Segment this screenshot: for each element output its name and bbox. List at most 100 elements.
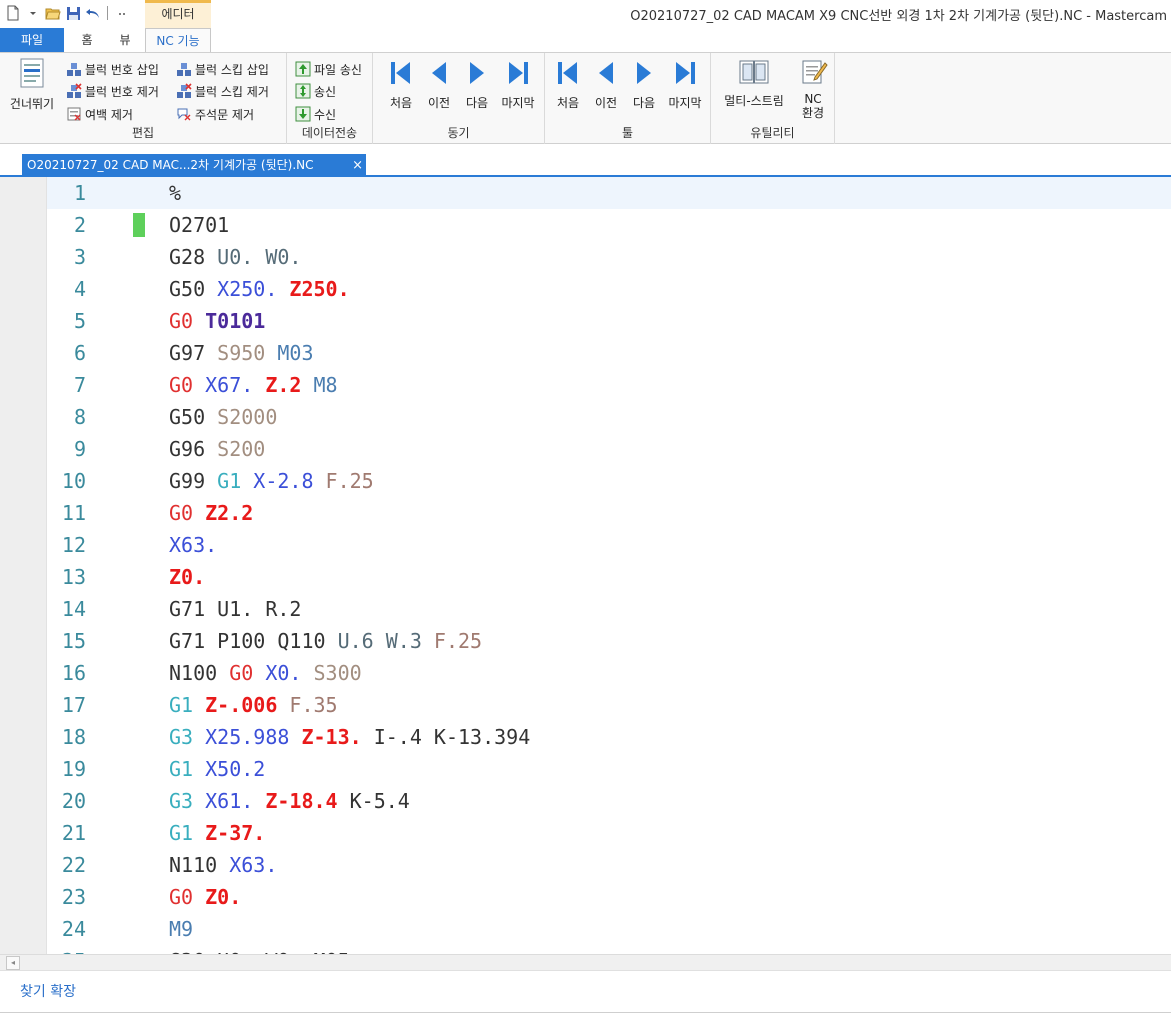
- code-line[interactable]: 20 G3 X61. Z-18.4 K-5.4: [47, 785, 1171, 817]
- code-line[interactable]: 9 G96 S200: [47, 433, 1171, 465]
- remove-comments-label: 주석문 제거: [195, 107, 255, 122]
- tab-nc-functions[interactable]: NC 기능: [145, 28, 211, 53]
- remove-comments-button[interactable]: 주석문 제거: [176, 104, 254, 124]
- code-text: N100 G0 X0. S300: [169, 657, 362, 689]
- code-line[interactable]: 5 G0 T0101: [47, 305, 1171, 337]
- skip-label: 건너뛰기: [9, 97, 55, 111]
- block-skip-remove-icon: [176, 83, 192, 99]
- code-token: U0. W0.: [217, 245, 302, 269]
- code-line[interactable]: 15 G71 P100 Q110 U.6 W.3 F.25: [47, 625, 1171, 657]
- nc-code-editor[interactable]: 1% 2 O2701 3 G28 U0. W0. 4 G50 X250. Z250. 5 G0 …: [0, 177, 1171, 954]
- sync-last-label: 마지막: [501, 96, 535, 110]
- document-tab[interactable]: O20210727_02 CAD MAC...2차 기계가공 (뒷단).NC ×: [22, 154, 366, 177]
- code-text: G71 P100 Q110 U.6 W.3 F.25: [169, 625, 482, 657]
- insert-block-numbers-button[interactable]: 블럭 번호 삽입: [66, 59, 159, 79]
- send-label: 송신: [314, 84, 337, 99]
- remove-spaces-label: 여백 제거: [85, 107, 133, 122]
- sync-next-button[interactable]: 다음: [457, 59, 497, 111]
- code-text: M9: [169, 913, 193, 945]
- code-line[interactable]: 24 M9: [47, 913, 1171, 945]
- code-line[interactable]: 18 G3 X25.988 Z-13. I-.4 K-13.394: [47, 721, 1171, 753]
- next-icon: [631, 59, 657, 90]
- code-line[interactable]: 13 Z0.: [47, 561, 1171, 593]
- horizontal-scrollbar[interactable]: ◂: [0, 954, 1171, 970]
- code-token: S2000: [217, 405, 278, 429]
- insert-block-skip-button[interactable]: 블럭 스킵 삽입: [176, 59, 269, 79]
- tab-file[interactable]: 파일: [0, 28, 64, 52]
- remove-block-numbers-button[interactable]: 블럭 번호 제거: [66, 81, 159, 101]
- nc-environment-button[interactable]: NC 환경: [795, 57, 831, 120]
- code-line[interactable]: 17 G1 Z-.006 F.35: [47, 689, 1171, 721]
- tool-next-button[interactable]: 다음: [624, 59, 664, 111]
- previous-icon: [426, 59, 452, 90]
- tab-view[interactable]: 뷰: [110, 28, 140, 52]
- sync-prev-button[interactable]: 이전: [419, 59, 459, 111]
- code-token: X67.: [205, 373, 266, 397]
- code-line[interactable]: 2 O2701: [47, 209, 1171, 241]
- code-line[interactable]: 12 X63.: [47, 529, 1171, 561]
- remove-spaces-button[interactable]: 여백 제거: [66, 104, 133, 124]
- code-line[interactable]: 19 G1 X50.2: [47, 753, 1171, 785]
- code-line[interactable]: 1%: [47, 177, 1171, 209]
- line-number: 1: [73, 181, 86, 205]
- code-line[interactable]: 22 N110 X63.: [47, 849, 1171, 881]
- code-token: G96: [169, 437, 218, 461]
- utility-group: 멀티-스트림 NC 환경 유틸리티: [711, 53, 835, 144]
- code-text: G50 X250. Z250.: [169, 273, 350, 305]
- more-icon[interactable]: [113, 4, 131, 22]
- receive-button[interactable]: 수신: [295, 104, 336, 124]
- line-number: 23: [61, 885, 86, 909]
- skip-button[interactable]: 건너뛰기: [6, 57, 58, 111]
- tool-next-label: 다음: [632, 96, 656, 110]
- quick-access-toolbar: [4, 4, 131, 22]
- code-line[interactable]: 25 G30 U0. W0. M05: [47, 945, 1171, 954]
- undo-icon[interactable]: [84, 4, 102, 22]
- multi-stream-button[interactable]: 멀티-스트림: [717, 57, 791, 108]
- tab-home[interactable]: 홈: [72, 28, 102, 52]
- scroll-left-icon[interactable]: ◂: [6, 956, 20, 970]
- code-line[interactable]: 8 G50 S2000: [47, 401, 1171, 433]
- last-icon: [672, 59, 698, 90]
- tool-group-label: 툴: [621, 126, 634, 140]
- send-file-button[interactable]: 파일 송신: [295, 59, 362, 79]
- close-icon[interactable]: ×: [352, 154, 363, 177]
- code-line[interactable]: 10 G99 G1 X-2.8 F.25: [47, 465, 1171, 497]
- receive-label: 수신: [314, 107, 337, 122]
- code-line[interactable]: 11 G0 Z2.2: [47, 497, 1171, 529]
- code-line[interactable]: 14 G71 U1. R.2: [47, 593, 1171, 625]
- tool-prev-button[interactable]: 이전: [586, 59, 626, 111]
- edit-group-label: 편집: [131, 126, 155, 140]
- tool-last-button[interactable]: 마지막: [665, 59, 705, 111]
- save-icon[interactable]: [64, 4, 82, 22]
- remove-block-skip-button[interactable]: 블럭 스킵 제거: [176, 81, 269, 101]
- code-line[interactable]: 4 G50 X250. Z250.: [47, 273, 1171, 305]
- code-text: G0 Z0.: [169, 881, 241, 913]
- code-line[interactable]: 21 G1 Z-37.: [47, 817, 1171, 849]
- code-text: X63.: [169, 529, 217, 561]
- insert-block-skip-label: 블럭 스킵 삽입: [195, 62, 269, 77]
- code-token: G50: [169, 277, 218, 301]
- new-file-dropdown-icon[interactable]: [24, 4, 42, 22]
- send-button[interactable]: 송신: [295, 81, 336, 101]
- code-text: G50 S2000: [169, 401, 277, 433]
- code-token: O2701: [169, 213, 230, 237]
- sync-last-button[interactable]: 마지막: [498, 59, 538, 111]
- code-line[interactable]: 6 G97 S950 M03: [47, 337, 1171, 369]
- code-line[interactable]: 7 G0 X67. Z.2 M8: [47, 369, 1171, 401]
- code-text: G0 Z2.2: [169, 497, 253, 529]
- open-folder-icon[interactable]: [44, 4, 62, 22]
- tool-first-button[interactable]: 처음: [548, 59, 588, 111]
- code-line[interactable]: 23 G0 Z0.: [47, 881, 1171, 913]
- send-file-label: 파일 송신: [314, 62, 362, 77]
- code-token: S950: [217, 341, 278, 365]
- sync-first-button[interactable]: 처음: [381, 59, 421, 111]
- editor-gutter: [0, 177, 47, 954]
- find-expand-link[interactable]: 찾기 확장: [20, 981, 76, 1001]
- code-line[interactable]: 3 G28 U0. W0.: [47, 241, 1171, 273]
- new-file-icon[interactable]: [4, 4, 22, 22]
- line-number: 25: [62, 945, 86, 954]
- send-file-icon: [295, 61, 311, 77]
- code-line[interactable]: 16 N100 G0 X0. S300: [47, 657, 1171, 689]
- remove-block-numbers-label: 블럭 번호 제거: [85, 84, 159, 99]
- code-token: Z-18.4: [265, 789, 350, 813]
